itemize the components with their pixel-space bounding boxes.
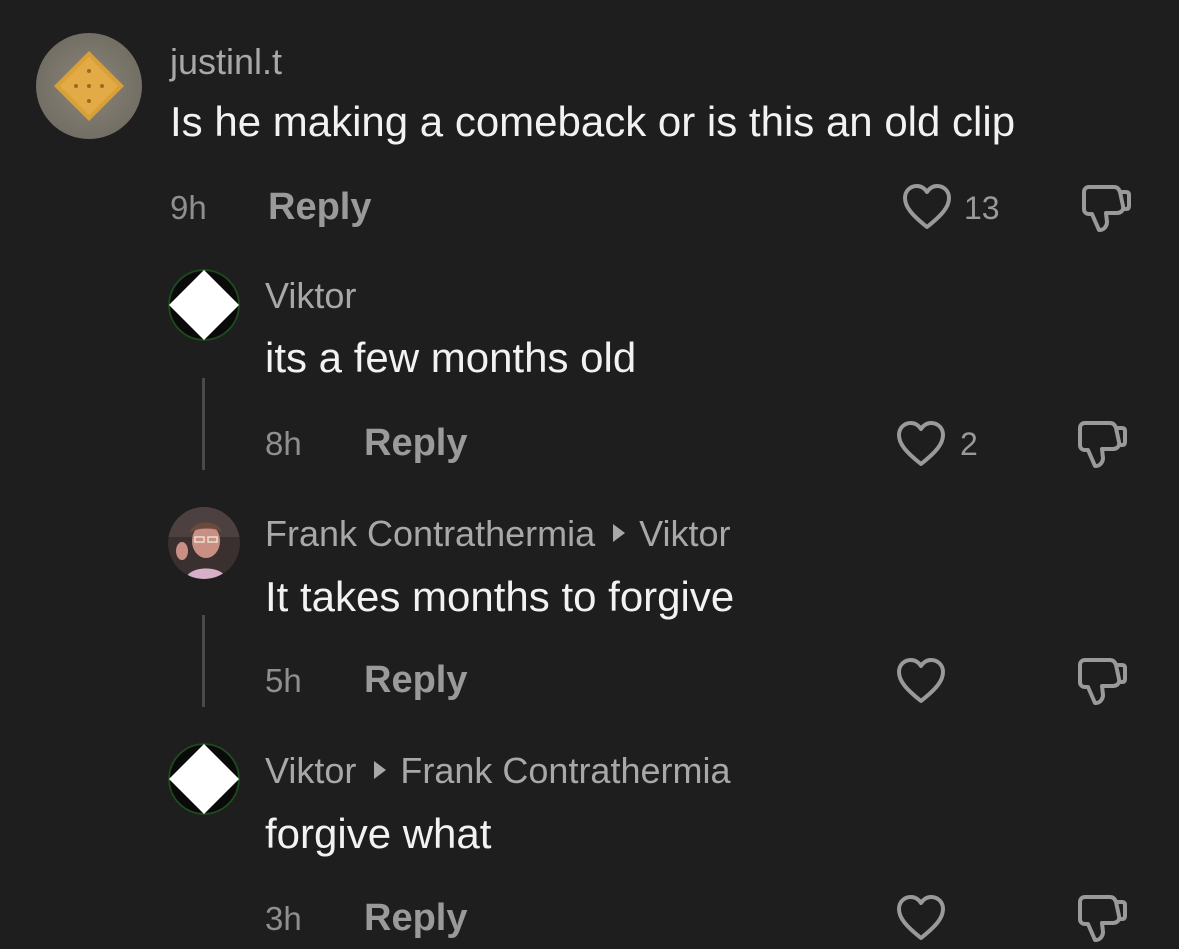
thread-line: [202, 378, 205, 470]
reply-button[interactable]: Reply: [364, 660, 467, 700]
reply-button[interactable]: Reply: [364, 898, 467, 938]
like-count: 13: [964, 190, 1000, 226]
thread-line: [202, 615, 205, 707]
reply-target[interactable]: Frank Contrathermia: [400, 750, 730, 791]
like-count: 2: [960, 426, 978, 462]
comment-username[interactable]: Viktor Frank Contrathermia: [265, 751, 731, 791]
avatar[interactable]: [168, 269, 240, 341]
white-diamond-avatar-icon: [168, 743, 240, 815]
person-photo-avatar-icon: [168, 507, 240, 579]
comment-author[interactable]: Viktor: [265, 750, 356, 791]
avatar[interactable]: [168, 507, 240, 579]
heart-icon[interactable]: [896, 420, 946, 468]
comment-username[interactable]: Frank Contrathermia Viktor: [265, 514, 731, 554]
comment-time: 9h: [170, 189, 207, 226]
comment-time: 8h: [265, 425, 302, 462]
heart-icon[interactable]: [902, 183, 952, 231]
comment-text: It takes months to forgive: [265, 573, 735, 620]
white-diamond-avatar-icon: [168, 269, 240, 341]
comment-username[interactable]: Viktor: [265, 276, 356, 316]
comment-author[interactable]: Frank Contrathermia: [265, 513, 595, 554]
comment-time: 3h: [265, 900, 302, 937]
cracker-avatar-icon: [36, 33, 142, 139]
reply-arrow-icon: [374, 761, 387, 779]
reply-arrow-icon: [613, 524, 626, 542]
comment-username[interactable]: justinl.t: [170, 42, 282, 82]
reply-button[interactable]: Reply: [268, 187, 371, 227]
heart-icon[interactable]: [896, 657, 946, 705]
heart-icon[interactable]: [896, 894, 946, 942]
dislike-icon[interactable]: [1076, 657, 1128, 707]
avatar[interactable]: [168, 743, 240, 815]
comment-text: forgive what: [265, 810, 492, 857]
dislike-icon[interactable]: [1076, 894, 1128, 944]
avatar[interactable]: [36, 33, 142, 139]
comment-time: 5h: [265, 662, 302, 699]
comment-text: its a few months old: [265, 334, 637, 381]
dislike-icon[interactable]: [1076, 420, 1128, 470]
reply-target[interactable]: Viktor: [639, 513, 730, 554]
dislike-icon[interactable]: [1080, 184, 1132, 234]
comment-text: Is he making a comeback or is this an ol…: [170, 98, 1016, 145]
reply-button[interactable]: Reply: [364, 423, 467, 463]
